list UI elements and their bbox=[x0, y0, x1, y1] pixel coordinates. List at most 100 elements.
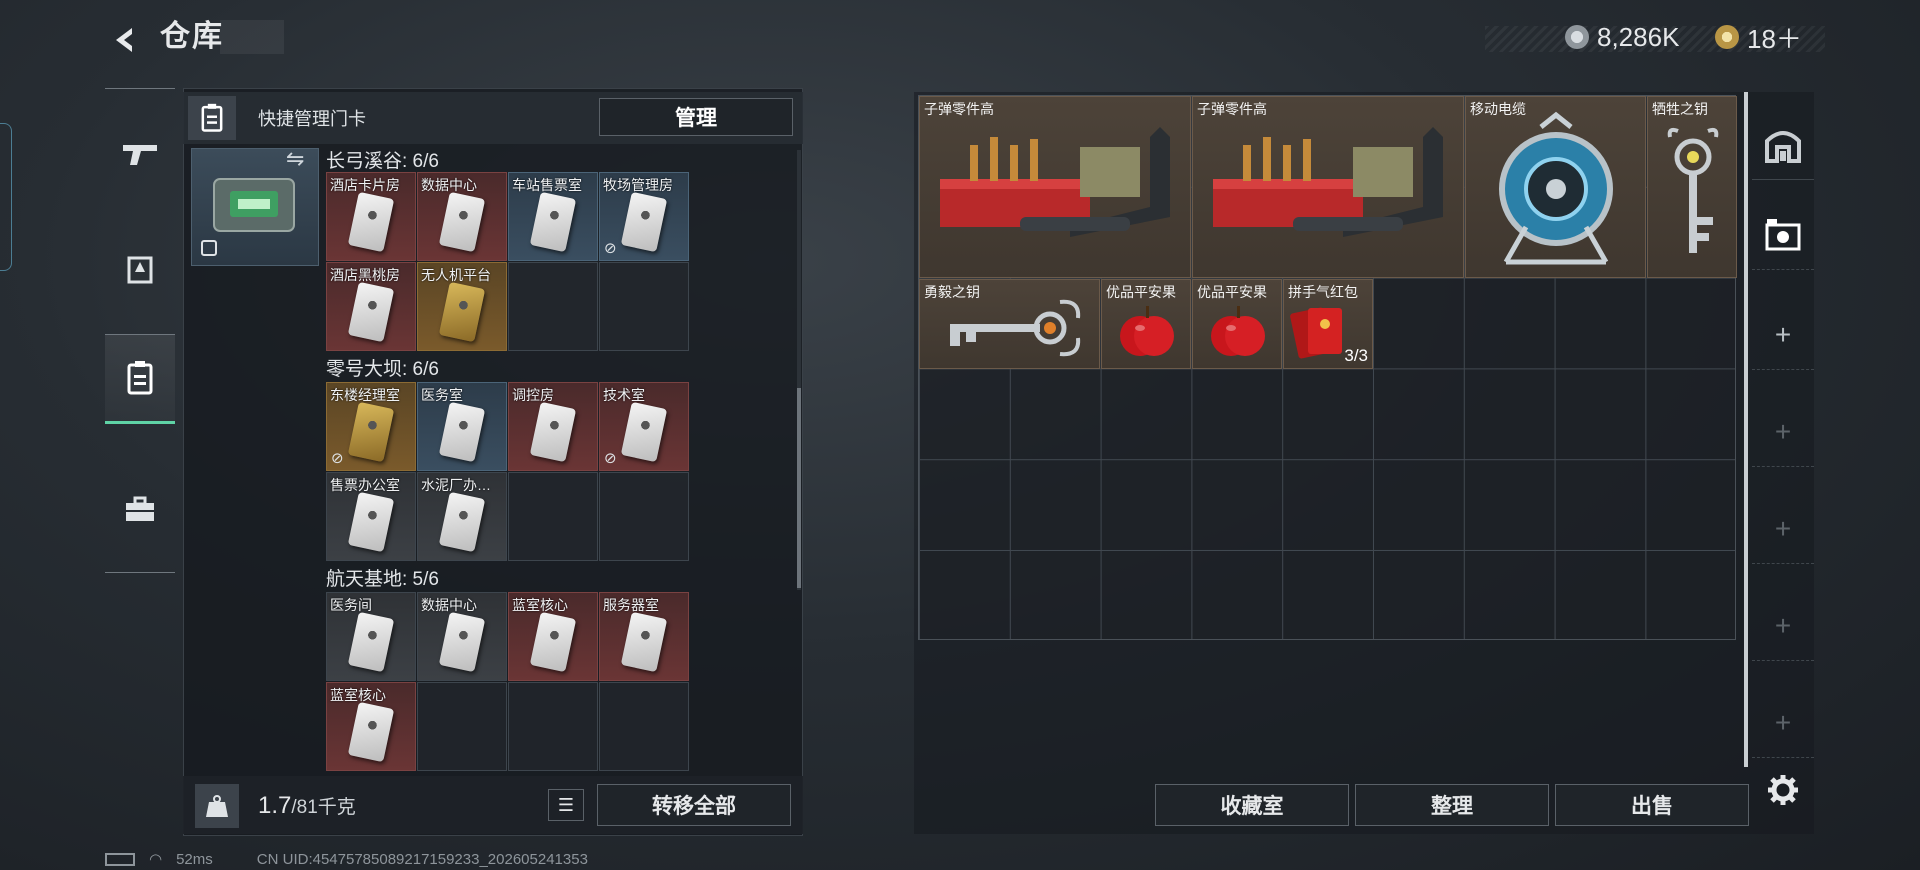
no-transfer-icon: ⊘ bbox=[604, 240, 617, 257]
keycard-label: 无人机平台 bbox=[421, 267, 491, 283]
nav-keycards[interactable] bbox=[105, 334, 175, 424]
ammo-crate-icon bbox=[940, 127, 1170, 237]
empty-keycard-slot bbox=[417, 682, 507, 771]
nav-armor[interactable] bbox=[105, 224, 175, 314]
keycard-icon bbox=[347, 191, 395, 253]
keycard-icon bbox=[438, 281, 486, 343]
stash-item[interactable]: 子弹零件高 bbox=[919, 96, 1191, 278]
keycard-grid: 医务间 数据中心 蓝室核心 服务器室 蓝室核心 bbox=[326, 592, 689, 771]
keycard-slot[interactable]: 无人机平台 bbox=[417, 262, 507, 351]
keycard-icon bbox=[347, 281, 395, 343]
keycard-slot[interactable]: 蓝室核心 bbox=[326, 682, 416, 771]
stash-item[interactable]: 牺牲之钥 bbox=[1647, 96, 1737, 278]
wifi-icon: ◠ bbox=[149, 851, 163, 868]
keycard-slot[interactable]: 东楼经理室 ⊘ bbox=[326, 382, 416, 471]
back-button[interactable] bbox=[105, 20, 145, 60]
toolbox-icon bbox=[126, 496, 154, 521]
add-stash-button[interactable]: + bbox=[1752, 591, 1814, 661]
stash-grid[interactable]: 子弹零件高 子弹零件高 移动电缆 牺牲之钥 勇毅之钥 优品平安果 优品平安果 拼… bbox=[918, 95, 1737, 640]
nav-toolbox[interactable] bbox=[105, 464, 175, 554]
keycard-panel-title: 快捷管理门卡 bbox=[258, 109, 366, 129]
item-count: 3/3 bbox=[1344, 346, 1368, 365]
plus-icon: + bbox=[1774, 706, 1792, 738]
keycard-label: 数据中心 bbox=[421, 177, 477, 193]
empty-keycard-slot bbox=[599, 472, 689, 561]
add-stash-button[interactable]: + bbox=[1752, 494, 1814, 564]
keycard-label: 调控房 bbox=[512, 387, 554, 403]
plus-icon: + bbox=[1774, 609, 1792, 641]
stash-item[interactable]: 拼手气红包 3/3 bbox=[1283, 279, 1373, 369]
add-stash-button[interactable]: + bbox=[1752, 397, 1814, 467]
swap-icon[interactable]: ⇋ bbox=[286, 146, 304, 172]
transfer-all-button[interactable]: 转移全部 bbox=[597, 784, 791, 826]
add-stash-button[interactable]: + bbox=[1752, 688, 1814, 758]
stash-item[interactable]: 子弹零件高 bbox=[1192, 96, 1464, 278]
keycard-list[interactable]: 长弓溪谷: 6/6 酒店卡片房 数据中心 车站售票室 牧场管理房 ⊘ 酒店黑桃房 无人机平台零… bbox=[318, 146, 798, 776]
keycard-group-title: 长弓溪谷: 6/6 bbox=[326, 151, 439, 172]
stash-scrollbar[interactable] bbox=[1744, 92, 1748, 767]
list-view-button[interactable]: ☰ bbox=[548, 789, 584, 821]
ticket-amount: 18＋ bbox=[1747, 23, 1802, 54]
item-label: 子弹零件高 bbox=[1197, 101, 1267, 117]
nav-weapons[interactable] bbox=[105, 109, 175, 199]
collection-room-button[interactable]: 收藏室 bbox=[1155, 784, 1349, 826]
ping-readout: 52ms bbox=[176, 850, 213, 868]
keycard-icon bbox=[347, 401, 395, 463]
keycard-label: 服务器室 bbox=[603, 597, 659, 613]
keycard-slot[interactable]: 服务器室 bbox=[599, 592, 689, 681]
weight-current: 1.7 bbox=[258, 792, 292, 819]
keycard-panel-icon bbox=[188, 96, 236, 140]
sell-button[interactable]: 出售 bbox=[1555, 784, 1749, 826]
cable-reel-icon bbox=[1499, 111, 1613, 265]
item-label: 优品平安果 bbox=[1197, 284, 1267, 300]
keycard-slot[interactable]: 医务间 bbox=[326, 592, 416, 681]
keycard-icon bbox=[438, 491, 486, 553]
keycard-list-scrollbar-thumb[interactable] bbox=[797, 388, 801, 588]
stash-item[interactable]: 优品平安果 bbox=[1101, 279, 1191, 369]
stash-item[interactable]: 移动电缆 bbox=[1465, 96, 1646, 278]
keycard-icon bbox=[529, 191, 577, 253]
plus-icon: + bbox=[1774, 415, 1792, 447]
keycard-slot[interactable]: 调控房 bbox=[508, 382, 598, 471]
weight-readout: 1.7/81千克 bbox=[258, 792, 356, 820]
stash-tab-button[interactable] bbox=[1752, 110, 1814, 180]
add-stash-button[interactable]: + bbox=[1752, 300, 1814, 370]
back-arrow-icon bbox=[116, 28, 132, 52]
settings-button[interactable] bbox=[1752, 755, 1814, 825]
expand-stash-button[interactable] bbox=[1752, 200, 1814, 270]
keycard-label: 蓝室核心 bbox=[330, 687, 386, 703]
left-nav bbox=[105, 88, 175, 573]
manage-button[interactable]: 管理 bbox=[599, 98, 793, 136]
keycard-slot[interactable]: 技术室 ⊘ bbox=[599, 382, 689, 471]
keycard-icon bbox=[438, 611, 486, 673]
keycard-label: 车站售票室 bbox=[512, 177, 582, 193]
item-label: 拼手气红包 bbox=[1288, 284, 1358, 300]
keycard-label: 医务室 bbox=[421, 387, 463, 403]
stash-item[interactable]: 勇毅之钥 bbox=[919, 279, 1100, 369]
ticket-balance[interactable]: 18＋ bbox=[1715, 22, 1802, 54]
edge-drawer-handle[interactable] bbox=[0, 123, 12, 271]
keycard-slot[interactable]: 售票办公室 bbox=[326, 472, 416, 561]
coin-amount: 8,286K bbox=[1597, 21, 1680, 52]
empty-keycard-slot bbox=[508, 262, 598, 351]
keycard-slot[interactable]: 蓝室核心 bbox=[508, 592, 598, 681]
keycard-slot[interactable]: 酒店卡片房 bbox=[326, 172, 416, 261]
no-transfer-icon: ⊘ bbox=[331, 450, 344, 467]
keycard-icon bbox=[620, 401, 668, 463]
settings-icon bbox=[1768, 775, 1798, 805]
keycard-slot[interactable]: 医务室 bbox=[417, 382, 507, 471]
empty-keycard-slot bbox=[599, 682, 689, 771]
keycard-slot[interactable]: 数据中心 bbox=[417, 172, 507, 261]
keycard-slot[interactable]: 酒店黑桃房 bbox=[326, 262, 416, 351]
keycard-slot[interactable]: 牧场管理房 ⊘ bbox=[599, 172, 689, 261]
keycard-slot[interactable]: 水泥厂办… bbox=[417, 472, 507, 561]
keycard-slot[interactable]: 车站售票室 bbox=[508, 172, 598, 261]
stash-item[interactable]: 优品平安果 bbox=[1192, 279, 1282, 369]
keycard-label: 售票办公室 bbox=[330, 477, 400, 493]
keycard-label: 医务间 bbox=[330, 597, 372, 613]
sort-button[interactable]: 整理 bbox=[1355, 784, 1549, 826]
item-label: 子弹零件高 bbox=[924, 101, 994, 117]
keycard-slot[interactable]: 数据中心 bbox=[417, 592, 507, 681]
uid-readout: CN UID:45475785089217159233_202605241353 bbox=[256, 850, 588, 868]
plus-icon: + bbox=[1774, 318, 1792, 350]
